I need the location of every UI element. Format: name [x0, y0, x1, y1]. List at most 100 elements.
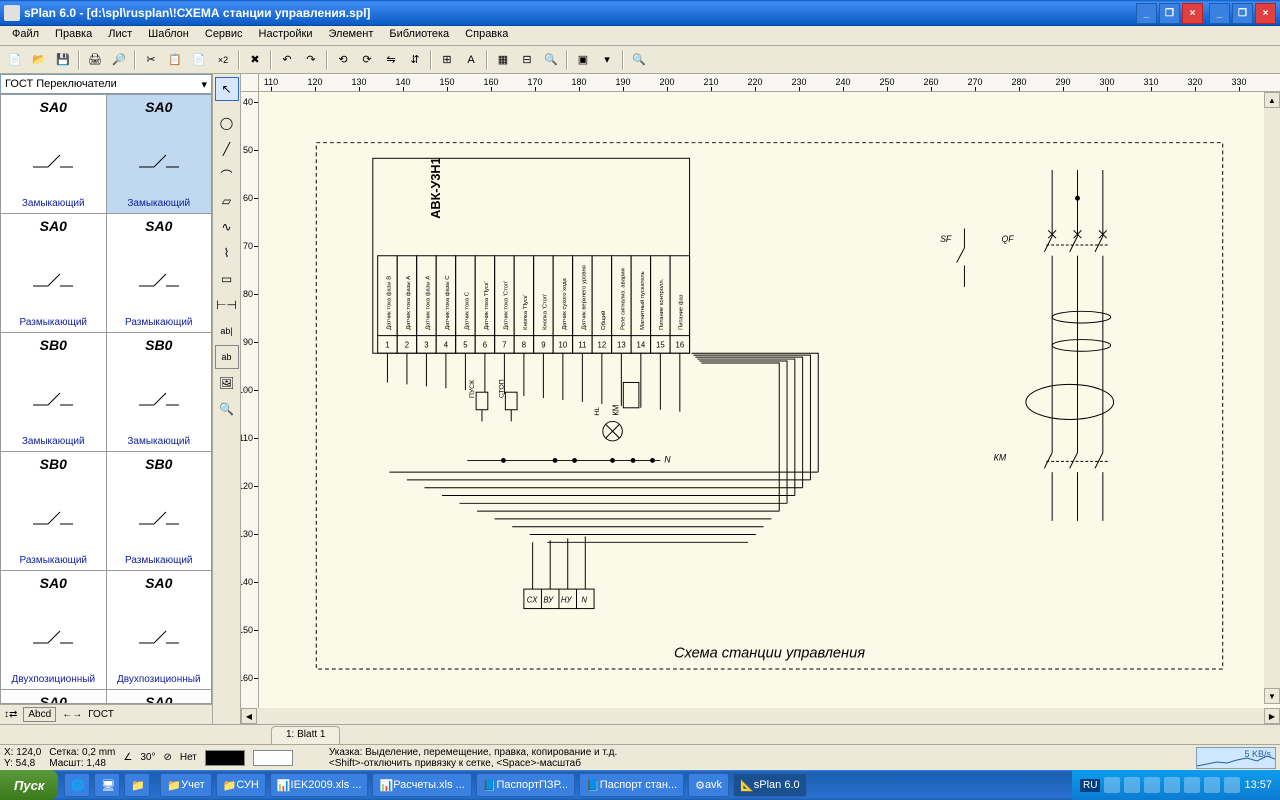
delete-button[interactable]: ✖ [244, 49, 266, 71]
task-iek[interactable]: 📊 IEK2009.xls ... [270, 773, 369, 797]
menu-edit[interactable]: Правка [47, 26, 100, 45]
tool-curve[interactable]: ∿ [215, 215, 239, 239]
tray-icon[interactable] [1224, 777, 1240, 793]
sheet-tab[interactable]: 1: Blatt 1 [271, 726, 340, 744]
props-button[interactable]: ▣ [572, 49, 594, 71]
task-avk[interactable]: ⚙ avk [688, 773, 729, 797]
menu-template[interactable]: Шаблон [140, 26, 197, 45]
tool-zoom[interactable]: 🔍 [215, 397, 239, 421]
cut-button[interactable]: ✂ [140, 49, 162, 71]
quicklaunch-ie[interactable]: 🌐 [64, 773, 90, 797]
quicklaunch-desktop[interactable]: 🖥 [94, 773, 120, 797]
scroll-up-button[interactable]: ▲ [1264, 92, 1280, 108]
clock[interactable]: 13:57 [1244, 779, 1272, 791]
tool-image[interactable]: 🖼 [215, 371, 239, 395]
rotate-left-button[interactable]: ⟲ [332, 49, 354, 71]
library-item[interactable]: SB0 Замыкающий [1, 333, 106, 451]
dropdown-button[interactable]: ▾ [596, 49, 618, 71]
preview-button[interactable]: 🔎 [108, 49, 130, 71]
scrollbar-horizontal[interactable]: ◀ ▶ [241, 708, 1280, 724]
tray-icon[interactable] [1124, 777, 1140, 793]
library-item[interactable]: SA0 Двухпозиционный [107, 571, 212, 689]
tool-poly[interactable]: ▱ [215, 189, 239, 213]
tray-icon[interactable] [1164, 777, 1180, 793]
task-pasport2[interactable]: 📘 Паспорт стан... [579, 773, 684, 797]
print-button[interactable]: 🖨 [84, 49, 106, 71]
copy-button[interactable]: 📋 [164, 49, 186, 71]
redo-button[interactable]: ↷ [300, 49, 322, 71]
library-item[interactable]: SA0 Размыкающий [107, 214, 212, 332]
font-button[interactable]: A [460, 49, 482, 71]
new-button[interactable]: 📄 [4, 49, 26, 71]
rotate-right-button[interactable]: ⟳ [356, 49, 378, 71]
maximize-button[interactable]: ❐ [1159, 3, 1180, 24]
library-item[interactable]: SA0 [1, 690, 106, 704]
lib-mode-icon[interactable]: ↕⇄ [4, 709, 17, 720]
lib-arrow[interactable]: ←→ [62, 709, 82, 720]
start-button[interactable]: Пуск [0, 770, 58, 800]
library-item[interactable]: SB0 Размыкающий [1, 452, 106, 570]
align-button[interactable]: ⊞ [436, 49, 458, 71]
task-sun[interactable]: 📁 СУН [216, 773, 266, 797]
tool-arc[interactable]: ⌒ [215, 163, 239, 187]
menu-service[interactable]: Сервис [197, 26, 251, 45]
task-raschety[interactable]: 📊 Расчеты.xls ... [372, 773, 471, 797]
grid-button[interactable]: ⊟ [516, 49, 538, 71]
library-item[interactable]: SA0 Размыкающий [1, 214, 106, 332]
zoom-button[interactable]: 🔍 [628, 49, 650, 71]
none-icon[interactable]: ⊘ [163, 752, 171, 763]
task-pasport1[interactable]: 📘 ПаспортПЗР... [476, 773, 575, 797]
tool-dim[interactable]: ⊢⊣ [215, 293, 239, 317]
undo-button[interactable]: ↶ [276, 49, 298, 71]
library-select[interactable]: ГОСТ Переключатели▾ [0, 74, 212, 94]
tray-icon[interactable] [1204, 777, 1220, 793]
task-uchet[interactable]: 📁 Учет [160, 773, 211, 797]
tool-text[interactable]: ab| [215, 319, 239, 343]
scroll-left-button[interactable]: ◀ [241, 708, 257, 724]
lib-abcd[interactable]: Abcd [23, 707, 56, 722]
tool-bezier[interactable]: ⌇ [215, 241, 239, 265]
library-item[interactable]: SA0 [107, 690, 212, 704]
canvas-viewport[interactable]: АВК-У3Н1 1Датчик тока фазы B2Датчик тока… [259, 92, 1280, 708]
tool-rect[interactable]: ▭ [215, 267, 239, 291]
paste-button[interactable]: 📄 [188, 49, 210, 71]
tool-label[interactable]: ab [215, 345, 239, 369]
save-button[interactable]: 💾 [52, 49, 74, 71]
menu-settings[interactable]: Настройки [251, 26, 321, 45]
library-item[interactable]: SA0 Замыкающий [1, 95, 106, 213]
tool-shape[interactable]: ◯ [215, 111, 239, 135]
tool-pointer[interactable]: ↖ [215, 77, 239, 101]
library-item[interactable]: SB0 Замыкающий [107, 333, 212, 451]
task-splan[interactable]: 📐 sPlan 6.0 [733, 773, 807, 797]
mirror-v-button[interactable]: ⇵ [404, 49, 426, 71]
angle-icon[interactable]: ∠ [123, 752, 132, 763]
color-swatch2[interactable] [253, 750, 293, 766]
find-button[interactable]: 🔍 [540, 49, 562, 71]
doc-close-button[interactable]: × [1255, 3, 1276, 24]
library-item[interactable]: SA0 Замыкающий [107, 95, 212, 213]
scroll-right-button[interactable]: ▶ [1264, 708, 1280, 724]
menu-help[interactable]: Справка [457, 26, 516, 45]
menu-library[interactable]: Библиотека [381, 26, 457, 45]
color-swatch[interactable] [205, 750, 245, 766]
close-button[interactable]: × [1182, 3, 1203, 24]
duplicate-button[interactable]: ×2 [212, 49, 234, 71]
scroll-down-button[interactable]: ▼ [1264, 688, 1280, 704]
quicklaunch-3[interactable]: 📁 [124, 773, 150, 797]
library-item[interactable]: SB0 Размыкающий [107, 452, 212, 570]
doc-minimize-button[interactable]: _ [1209, 3, 1230, 24]
tray-icon[interactable] [1144, 777, 1160, 793]
tray-icon[interactable] [1184, 777, 1200, 793]
lang-indicator[interactable]: RU [1080, 779, 1100, 792]
mirror-h-button[interactable]: ⇋ [380, 49, 402, 71]
minimize-button[interactable]: _ [1136, 3, 1157, 24]
scrollbar-vertical[interactable]: ▲ ▼ [1264, 92, 1280, 704]
tool-line[interactable]: ╱ [215, 137, 239, 161]
doc-maximize-button[interactable]: ❐ [1232, 3, 1253, 24]
snap-button[interactable]: ▦ [492, 49, 514, 71]
menu-sheet[interactable]: Лист [100, 26, 140, 45]
library-item[interactable]: SA0 Двухпозиционный [1, 571, 106, 689]
tray-icon[interactable] [1104, 777, 1120, 793]
open-button[interactable]: 📂 [28, 49, 50, 71]
menu-file[interactable]: Файл [4, 26, 47, 45]
